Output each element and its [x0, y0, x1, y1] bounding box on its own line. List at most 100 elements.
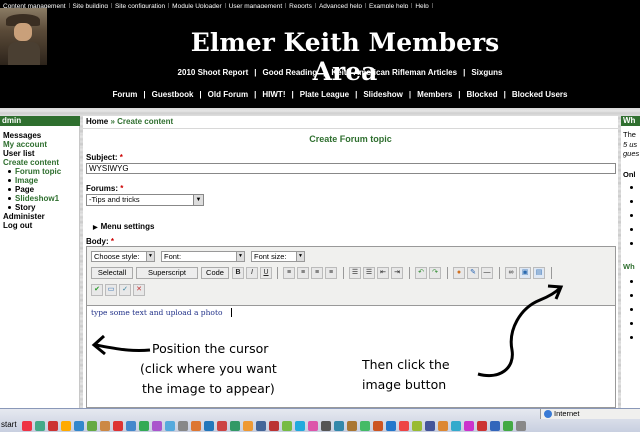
align-center-icon[interactable]: ≡ [297, 267, 309, 279]
nav-link-guestbook[interactable]: Guestbook [148, 90, 198, 99]
font-size-select[interactable]: Font size: ▼ [251, 251, 305, 262]
sidebar-item-administer[interactable]: Administer [3, 212, 65, 221]
color-icon[interactable]: ● [453, 267, 465, 279]
app-icon[interactable] [139, 421, 149, 431]
indent-icon[interactable]: ⇥ [391, 267, 403, 279]
app-icon[interactable] [438, 421, 448, 431]
breadcrumb-home[interactable]: Home [86, 117, 108, 126]
app-icon[interactable] [295, 421, 305, 431]
site-title[interactable]: Elmer Keith Members Area [180, 28, 510, 86]
align-right-icon[interactable]: ≡ [311, 267, 323, 279]
bold-button[interactable]: B [232, 267, 244, 279]
sidebar-item-forum-topic[interactable]: Forum topic [3, 167, 65, 176]
superscript-button[interactable]: Superscript [136, 267, 198, 279]
forums-select[interactable]: -Tips and tricks ▼ [86, 194, 204, 206]
nav-link-forum[interactable]: Forum [109, 90, 142, 99]
app-icon[interactable] [490, 421, 500, 431]
sidebar-item-user-list[interactable]: User list [3, 149, 65, 158]
breadcrumb-create-content[interactable]: Create content [117, 117, 173, 126]
app-icon[interactable] [178, 421, 188, 431]
app-icon[interactable] [282, 421, 292, 431]
nav-link-slideshow[interactable]: Slideshow [359, 90, 407, 99]
outdent-icon[interactable]: ⇤ [377, 267, 389, 279]
unordered-list-icon[interactable]: ☰ [363, 267, 375, 279]
app-icon[interactable] [165, 421, 175, 431]
app-icon[interactable] [347, 421, 357, 431]
app-icon[interactable] [217, 421, 227, 431]
app-icon[interactable] [126, 421, 136, 431]
ordered-list-icon[interactable]: ☰ [349, 267, 361, 279]
app-icon[interactable] [87, 421, 97, 431]
app-icon[interactable] [412, 421, 422, 431]
primary-link-shoot-report[interactable]: 2010 Shoot Report [174, 68, 253, 77]
style-select[interactable]: Choose style: ▼ [91, 251, 155, 262]
spellcheck-icon[interactable]: ✓ [119, 284, 131, 296]
image-icon[interactable]: ▣ [519, 267, 531, 279]
align-justify-icon[interactable]: ≡ [325, 267, 337, 279]
fullscreen-icon[interactable]: ✕ [133, 284, 145, 296]
app-icon[interactable] [113, 421, 123, 431]
nav-link-hiwt[interactable]: HIWT! [258, 90, 289, 99]
selectall-button[interactable]: Selectall [91, 267, 133, 279]
nav-link-blocked-users[interactable]: Blocked Users [508, 90, 572, 99]
subject-input[interactable]: WYSIWYG [86, 163, 616, 174]
app-icon[interactable] [516, 421, 526, 431]
app-icon[interactable] [230, 421, 240, 431]
sidebar-item-log-out[interactable]: Log out [3, 221, 65, 230]
code-button[interactable]: Code [201, 267, 229, 279]
underline-button[interactable]: U [260, 267, 272, 279]
nav-link-plate-league[interactable]: Plate League [296, 90, 353, 99]
italic-button[interactable]: I [246, 267, 258, 279]
sidebar-item-my-account[interactable]: My account [3, 140, 65, 149]
app-icon[interactable] [256, 421, 266, 431]
app-icon[interactable] [425, 421, 435, 431]
app-icon[interactable] [152, 421, 162, 431]
app-icon[interactable] [191, 421, 201, 431]
primary-link-sixguns[interactable]: Sixguns [467, 68, 506, 77]
nav-link-members[interactable]: Members [413, 90, 456, 99]
app-icon[interactable] [386, 421, 396, 431]
redo-icon[interactable]: ↷ [429, 267, 441, 279]
app-icon[interactable] [243, 421, 253, 431]
cleanup-icon[interactable]: ✎ [467, 267, 479, 279]
app-icon[interactable] [35, 421, 45, 431]
app-icon[interactable] [48, 421, 58, 431]
app-icon[interactable] [308, 421, 318, 431]
app-icon[interactable] [22, 421, 32, 431]
align-left-icon[interactable]: ≡ [283, 267, 295, 279]
primary-link-rifleman-articles[interactable]: Keith American Rifleman Articles [327, 68, 461, 77]
app-icon[interactable] [334, 421, 344, 431]
undo-icon[interactable]: ↶ [415, 267, 427, 279]
chevron-down-icon[interactable]: ▼ [193, 195, 203, 205]
app-icon[interactable] [321, 421, 331, 431]
save-icon[interactable]: ✔ [91, 284, 103, 296]
sidebar-item-image[interactable]: Image [3, 176, 65, 185]
primary-link-good-reading[interactable]: Good Reading [258, 68, 321, 77]
media-icon[interactable]: ▤ [533, 267, 545, 279]
nav-link-blocked[interactable]: Blocked [463, 90, 502, 99]
menu-settings-toggle[interactable]: ▶ Menu settings [93, 222, 154, 231]
app-icon[interactable] [61, 421, 71, 431]
site-logo-photo[interactable] [0, 8, 47, 65]
app-icon[interactable] [503, 421, 513, 431]
sidebar-item-messages[interactable]: Messages [3, 131, 65, 140]
sidebar-item-slideshow[interactable]: Slideshow1 [3, 194, 65, 203]
sidebar-item-page[interactable]: Page [3, 185, 65, 194]
app-icon[interactable] [477, 421, 487, 431]
preview-icon[interactable]: ▭ [105, 284, 117, 296]
horizontal-rule-icon[interactable]: — [481, 267, 493, 279]
nav-link-old-forum[interactable]: Old Forum [204, 90, 252, 99]
app-icon[interactable] [269, 421, 279, 431]
app-icon[interactable] [74, 421, 84, 431]
app-icon[interactable] [451, 421, 461, 431]
app-icon[interactable] [373, 421, 383, 431]
app-icon[interactable] [464, 421, 474, 431]
sidebar-item-story[interactable]: Story [3, 203, 65, 212]
app-icon[interactable] [399, 421, 409, 431]
app-icon[interactable] [204, 421, 214, 431]
start-button[interactable]: start [0, 420, 17, 432]
sidebar-item-create-content[interactable]: Create content [3, 158, 65, 167]
link-icon[interactable]: ∞ [505, 267, 517, 279]
font-select[interactable]: Font: ▼ [161, 251, 245, 262]
app-icon[interactable] [360, 421, 370, 431]
